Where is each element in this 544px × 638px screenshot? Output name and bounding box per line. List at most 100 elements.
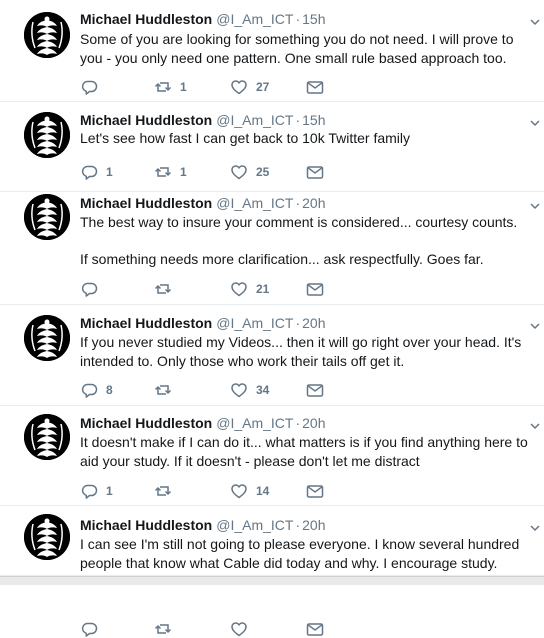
tweet-header: Michael Huddleston @I_Am_ICT · 20h [80, 516, 326, 534]
envelope-icon [306, 163, 324, 181]
tweet-text: If you never studied my Videos... then i… [80, 333, 535, 371]
envelope-icon [306, 482, 324, 500]
timestamp[interactable]: 15h [302, 11, 325, 27]
retweet-button[interactable] [154, 280, 180, 298]
chevron-down-icon[interactable] [530, 418, 540, 430]
chevron-down-icon[interactable] [530, 318, 540, 330]
tweet[interactable]: Michael Huddleston @I_Am_ICT · 20h It doesn'… [0, 406, 544, 506]
tweet[interactable]: Michael Huddleston @I_Am_ICT · 15h Some of y… [0, 0, 544, 102]
envelope-icon [306, 381, 324, 399]
retweet-button[interactable] [154, 620, 180, 638]
chevron-down-icon[interactable] [530, 115, 540, 127]
tweet-paragraph: I can see I'm still not going to please … [80, 536, 520, 571]
like-count: 27 [256, 80, 270, 94]
avatar-image [24, 414, 70, 460]
tweet[interactable]: Michael Huddleston @I_Am_ICT · 20h If you ne… [0, 305, 544, 406]
timestamp[interactable]: 15h [302, 112, 325, 128]
retweet-icon [154, 163, 172, 181]
author-handle[interactable]: @I_Am_ICT [216, 11, 293, 27]
tweet-text: I can see I'm still not going to please … [80, 535, 535, 573]
retweet-count: 1 [180, 80, 187, 94]
reply-button[interactable]: 1 [80, 163, 113, 181]
avatar[interactable] [24, 194, 70, 240]
message-button[interactable] [306, 620, 324, 638]
author-name[interactable]: Michael Huddleston [80, 315, 212, 331]
tweet-header: Michael Huddleston @I_Am_ICT · 15h [80, 111, 326, 129]
retweet-button[interactable] [154, 482, 180, 500]
tweet[interactable]: Michael Huddleston @I_Am_ICT · 20h I can see… [0, 506, 544, 637]
like-button[interactable]: 34 [230, 381, 269, 399]
message-button[interactable] [306, 482, 324, 500]
reply-icon [80, 78, 98, 96]
envelope-icon [306, 78, 324, 96]
message-button[interactable] [306, 163, 324, 181]
reply-button[interactable] [80, 280, 106, 298]
tweet-paragraph: Some of you are looking for something yo… [80, 31, 514, 66]
avatar[interactable] [24, 112, 70, 158]
avatar[interactable] [24, 514, 70, 560]
like-button[interactable] [230, 620, 256, 638]
like-count: 25 [256, 165, 270, 179]
tweet-text: The best way to insure your comment is c… [80, 213, 535, 269]
message-button[interactable] [306, 381, 324, 399]
author-handle[interactable]: @I_Am_ICT [216, 195, 293, 211]
timestamp[interactable]: 20h [302, 517, 325, 533]
timestamp[interactable]: 20h [302, 315, 325, 331]
envelope-icon [306, 620, 324, 638]
message-button[interactable] [306, 280, 324, 298]
author-handle[interactable]: @I_Am_ICT [216, 415, 293, 431]
avatar-image [24, 315, 70, 361]
chevron-down-icon[interactable] [530, 520, 540, 532]
author-handle[interactable]: @I_Am_ICT [216, 112, 293, 128]
separator-dot: · [295, 112, 301, 128]
author-handle[interactable]: @I_Am_ICT [216, 517, 293, 533]
like-button[interactable]: 21 [230, 280, 269, 298]
author-name[interactable]: Michael Huddleston [80, 112, 212, 128]
author-name[interactable]: Michael Huddleston [80, 11, 212, 27]
tweet-paragraph: It doesn't make if I can do it... what m… [80, 434, 528, 469]
reply-count: 1 [106, 484, 113, 498]
like-count: 34 [256, 383, 270, 397]
retweet-icon [154, 381, 172, 399]
tweet[interactable]: Michael Huddleston @I_Am_ICT · 20h The best … [0, 192, 544, 305]
message-button[interactable] [306, 78, 324, 96]
retweet-icon [154, 620, 172, 638]
retweet-button[interactable]: 1 [154, 78, 187, 96]
chevron-down-icon[interactable] [530, 198, 540, 210]
author-name[interactable]: Michael Huddleston [80, 517, 212, 533]
reply-button[interactable] [80, 78, 106, 96]
avatar[interactable] [24, 414, 70, 460]
like-button[interactable]: 25 [230, 163, 269, 181]
tweet-header: Michael Huddleston @I_Am_ICT · 20h [80, 314, 326, 332]
tweet[interactable]: Michael Huddleston @I_Am_ICT · 15h Let's see… [0, 102, 544, 192]
heart-icon [230, 78, 248, 96]
like-button[interactable]: 14 [230, 482, 269, 500]
tweet-header: Michael Huddleston @I_Am_ICT · 20h [80, 194, 326, 212]
avatar[interactable] [24, 12, 70, 58]
retweet-count: 1 [180, 165, 187, 179]
avatar[interactable] [24, 315, 70, 361]
envelope-icon [306, 280, 324, 298]
tweet-header: Michael Huddleston @I_Am_ICT · 20h [80, 414, 326, 432]
separator-dot: · [295, 517, 301, 533]
heart-icon [230, 280, 248, 298]
timestamp[interactable]: 20h [302, 415, 325, 431]
retweet-button[interactable]: 1 [154, 163, 187, 181]
retweet-icon [154, 280, 172, 298]
reply-button[interactable]: 1 [80, 482, 113, 500]
like-button[interactable]: 27 [230, 78, 269, 96]
reply-icon [80, 163, 98, 181]
author-name[interactable]: Michael Huddleston [80, 195, 212, 211]
tweet-paragraph: The best way to insure your comment is c… [80, 214, 518, 230]
chevron-down-icon[interactable] [530, 14, 540, 26]
heart-icon [230, 381, 248, 399]
reply-button[interactable] [80, 620, 106, 638]
heart-icon [230, 163, 248, 181]
heart-icon [230, 482, 248, 500]
reply-button[interactable]: 8 [80, 381, 113, 399]
author-name[interactable]: Michael Huddleston [80, 415, 212, 431]
timestamp[interactable]: 20h [302, 195, 325, 211]
separator-dot: · [295, 315, 301, 331]
author-handle[interactable]: @I_Am_ICT [216, 315, 293, 331]
retweet-button[interactable] [154, 381, 180, 399]
